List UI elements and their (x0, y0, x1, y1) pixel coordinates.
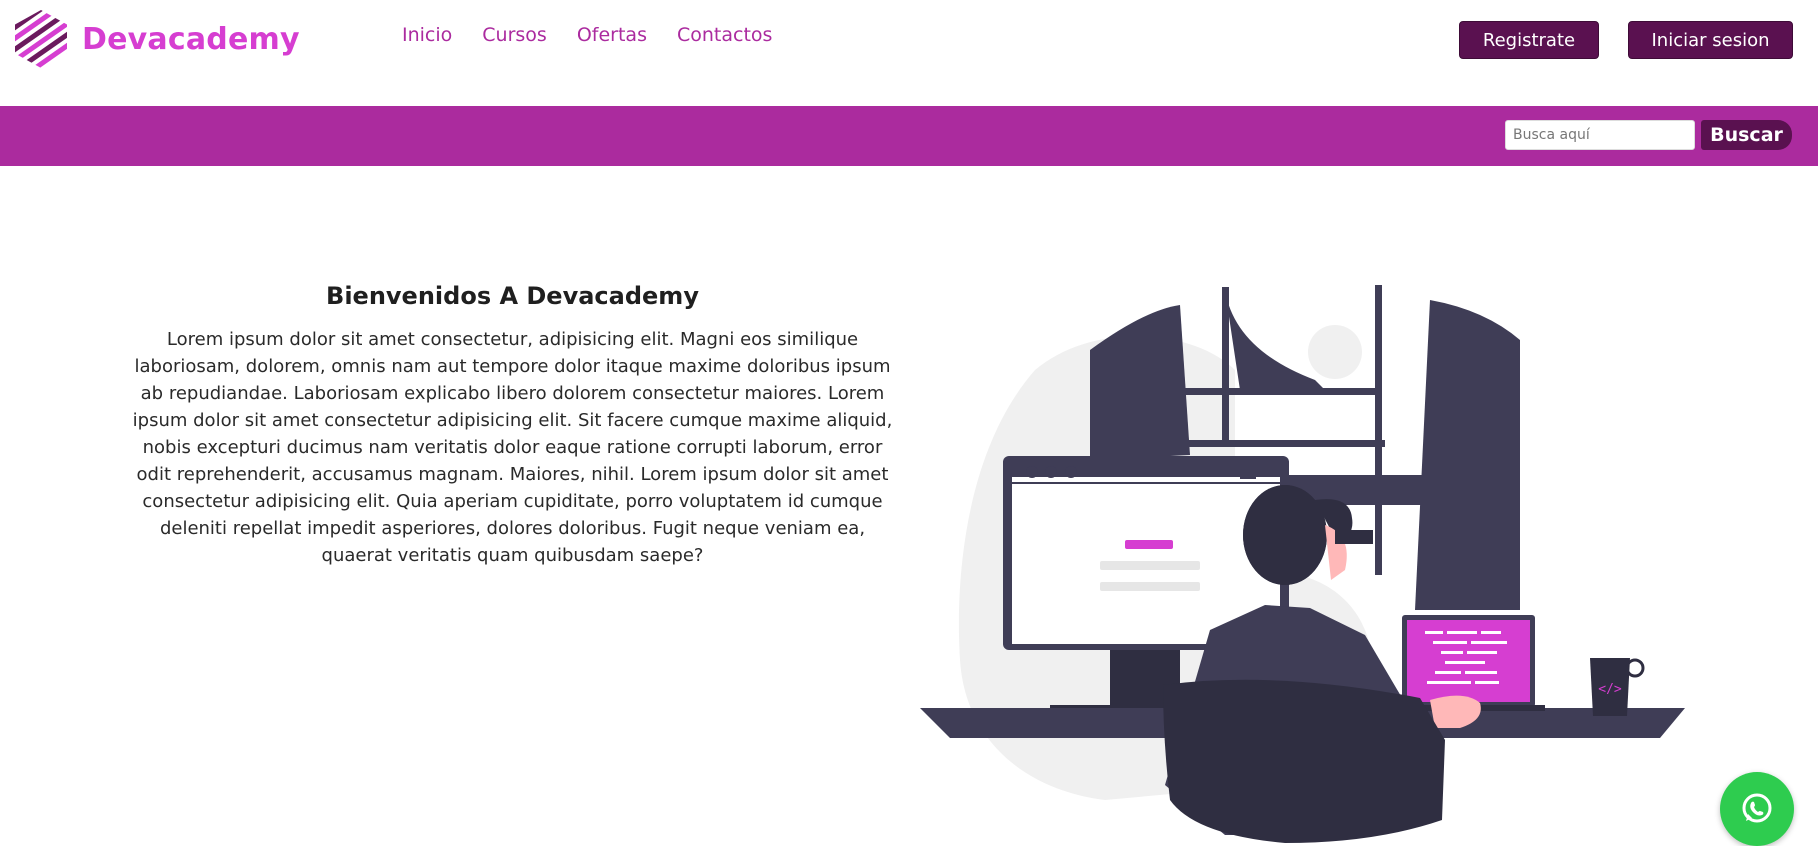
whatsapp-floating-button[interactable] (1720, 772, 1794, 846)
register-button[interactable]: Registrate (1459, 21, 1599, 59)
developer-at-desk-illustration-icon: </> (920, 285, 1685, 843)
hero-description: Lorem ipsum dolor sit amet consectetur, … (132, 329, 893, 566)
hero-title: Bienvenidos A Devacademy (326, 282, 699, 310)
search-button[interactable]: Buscar (1701, 120, 1792, 150)
login-button[interactable]: Iniciar sesion (1628, 21, 1793, 59)
whatsapp-icon (1742, 793, 1772, 823)
search-bar: Buscar (0, 106, 1818, 166)
nav-ofertas-link[interactable]: Ofertas (577, 24, 647, 46)
nav-inicio-link[interactable]: Inicio (402, 24, 452, 46)
main-nav: Inicio Cursos Ofertas Contactos (402, 24, 772, 46)
search-input[interactable] (1505, 120, 1695, 150)
nav-cursos-link[interactable]: Cursos (482, 24, 547, 46)
top-header: Devacademy Inicio Cursos Ofertas Contact… (0, 0, 1818, 105)
hexagon-stripes-logo-icon (15, 10, 67, 68)
brand[interactable]: Devacademy (10, 8, 300, 70)
brand-name: Devacademy (82, 21, 300, 57)
nav-contactos-link[interactable]: Contactos (677, 24, 772, 46)
mug-code-glyph: </> (1598, 682, 1622, 697)
